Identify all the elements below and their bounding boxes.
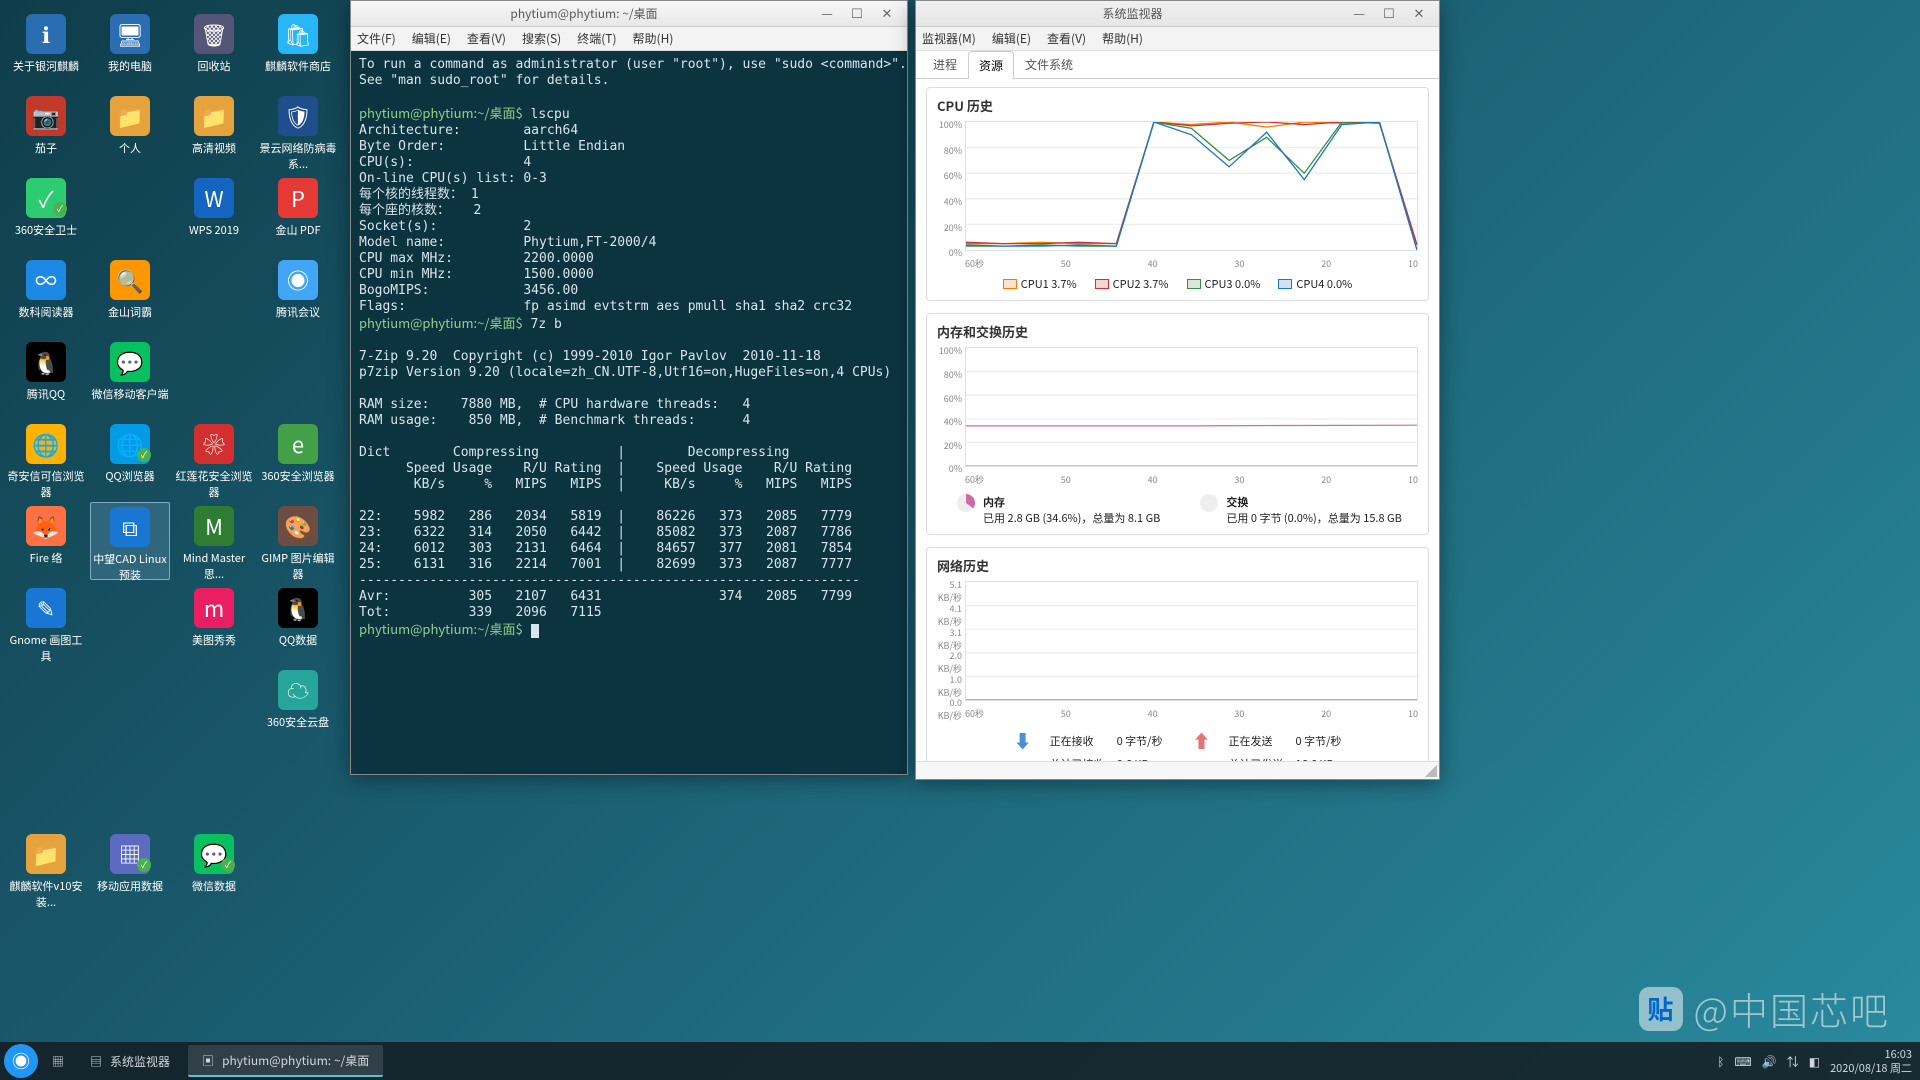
memory-pie-icon <box>957 494 975 512</box>
minimize-button[interactable]: — <box>813 5 841 23</box>
swap-usage: 交换已用 0 字节 (0.0%)，总量为 15.8 GB <box>1200 494 1401 526</box>
desktop-icon[interactable]: 📁高清视频 <box>174 92 254 170</box>
desktop-icon[interactable]: 🔍金山词霸 <box>90 256 170 334</box>
desktop-icon[interactable]: ℹ关于银河麒麟 <box>6 10 86 88</box>
menu-item[interactable]: 文件(F) <box>357 30 396 47</box>
menu-item[interactable]: 帮助(H) <box>633 30 674 47</box>
desktop-icon[interactable]: ✓360安全卫士✓ <box>6 174 86 252</box>
desktop-icon[interactable]: ☁360安全云盘 <box>258 666 338 744</box>
sysmon-titlebar[interactable]: 系统监视器 — ☐ ✕ <box>916 1 1439 27</box>
cpu-chart: 100%80%60%40%20%0% <box>965 121 1418 251</box>
notification-icon[interactable]: ◧ <box>1809 1053 1820 1070</box>
bluetooth-icon[interactable]: ᛒ <box>1717 1053 1724 1070</box>
desktop-icon[interactable]: 🌐QQ浏览器✓ <box>90 420 170 498</box>
upload-icon: ⬆ <box>1193 728 1217 754</box>
terminal-title: phytium@phytium: ~/桌面 <box>357 5 811 22</box>
legend-item[interactable]: CPU4 0.0% <box>1278 276 1352 292</box>
system-monitor-window: 系统监视器 — ☐ ✕ 监视器(M) 编辑(E) 查看(V) 帮助(H) 进程资源文件… <box>915 0 1440 780</box>
legend-item[interactable]: CPU1 3.7% <box>1003 276 1077 292</box>
menu-item[interactable]: 搜索(S) <box>522 30 561 47</box>
download-icon: ⬇ <box>1014 728 1038 754</box>
taskbar: ◉ ▦ ▤系统监视器▣phytium@phytium: ~/桌面 ᛒ ⌨ 🔊 ⇅… <box>0 1042 1920 1080</box>
desktop-icon[interactable]: ❀红莲花安全浏览器 <box>174 420 254 498</box>
desktop-icon[interactable]: 🎨GIMP 图片编辑器 <box>258 502 338 580</box>
terminal-titlebar[interactable]: phytium@phytium: ~/桌面 — ☐ ✕ <box>351 1 907 27</box>
memory-history-section: 内存和交换历史 100%80%60%40%20%0% 60秒5040302010… <box>926 313 1429 535</box>
tab-资源[interactable]: 资源 <box>968 51 1014 79</box>
taskbar-shortcut[interactable]: ▦ <box>44 1045 72 1077</box>
menu-item[interactable]: 查看(V) <box>467 30 506 47</box>
close-button[interactable]: ✕ <box>873 5 901 23</box>
desktop-icon[interactable]: ▦移动应用数据✓ <box>90 830 170 908</box>
memory-chart: 100%80%60%40%20%0% <box>965 347 1418 467</box>
clock[interactable]: 16:032020/08/18 周二 <box>1830 1047 1912 1075</box>
desktop-icon[interactable]: ◉腾讯会议 <box>258 256 338 334</box>
sysmon-tabs: 进程资源文件系统 <box>916 51 1439 79</box>
legend-item[interactable]: CPU3 0.0% <box>1187 276 1261 292</box>
menu-item[interactable]: 终端(T) <box>577 30 616 47</box>
sysmon-statusbar <box>916 761 1439 779</box>
sysmon-menubar: 监视器(M) 编辑(E) 查看(V) 帮助(H) <box>916 27 1439 51</box>
tieba-icon: 贴 <box>1639 987 1683 1031</box>
start-button[interactable]: ◉ <box>4 1044 38 1078</box>
desktop-icon[interactable]: 💬微信数据✓ <box>174 830 254 908</box>
maximize-button[interactable]: ☐ <box>1375 5 1403 23</box>
system-tray: ᛒ ⌨ 🔊 ⇅ ◧ 16:032020/08/18 周二 <box>1717 1047 1920 1075</box>
terminal-output[interactable]: To run a command as administrator (user … <box>351 51 907 774</box>
desktop-icon[interactable]: MMind Master思... <box>174 502 254 580</box>
desktop-icon[interactable]: P金山 PDF <box>258 174 338 252</box>
menu-item[interactable]: 查看(V) <box>1047 30 1086 47</box>
terminal-window: phytium@phytium: ~/桌面 — ☐ ✕ 文件(F) 编辑(E) 查看… <box>350 0 908 775</box>
desktop-icon[interactable]: 📁麒麟软件v10安装... <box>6 830 86 908</box>
desktop-icon[interactable]: m美图秀秀 <box>174 584 254 662</box>
desktop-icon[interactable]: 🖥我的电脑 <box>90 10 170 88</box>
desktop-icon[interactable]: 🐧QQ数据 <box>258 584 338 662</box>
desktop-icon[interactable]: 📷茄子 <box>6 92 86 170</box>
network-history-title: 网络历史 <box>937 556 1418 575</box>
desktop-icon[interactable]: 🐧腾讯QQ <box>6 338 86 416</box>
cpu-history-title: CPU 历史 <box>937 96 1418 115</box>
resources-panel: CPU 历史 100%80%60%40%20%0% 60秒5040302010 … <box>916 79 1439 779</box>
menu-item[interactable]: 编辑(E) <box>412 30 451 47</box>
desktop-icon[interactable]: 🗑回收站 <box>174 10 254 88</box>
volume-icon[interactable]: 🔊 <box>1762 1053 1777 1070</box>
desktop-icon[interactable]: 🛡景云网络防病毒系... <box>258 92 338 170</box>
desktop-icon[interactable]: ✎Gnome 画图工具 <box>6 584 86 662</box>
network-chart: 5.1 KB/秒4.1 KB/秒3.1 KB/秒2.0 KB/秒1.0 KB/秒… <box>965 581 1418 701</box>
keyboard-icon[interactable]: ⌨ <box>1734 1053 1751 1070</box>
sysmon-title: 系统监视器 <box>922 5 1343 22</box>
maximize-button[interactable]: ☐ <box>843 5 871 23</box>
desktop-icon[interactable]: 🛍麒麟软件商店 <box>258 10 338 88</box>
legend-item[interactable]: CPU2 3.7% <box>1095 276 1169 292</box>
menu-item[interactable]: 监视器(M) <box>922 30 976 47</box>
memory-history-title: 内存和交换历史 <box>937 322 1418 341</box>
network-icon[interactable]: ⇅ <box>1787 1053 1799 1070</box>
cpu-legend: CPU1 3.7% CPU2 3.7% CPU3 0.0% CPU4 0.0% <box>937 276 1418 292</box>
desktop-icon[interactable]: 📁个人 <box>90 92 170 170</box>
desktop-icon[interactable]: WWPS 2019 <box>174 174 254 252</box>
terminal-menubar: 文件(F) 编辑(E) 查看(V) 搜索(S) 终端(T) 帮助(H) <box>351 27 907 51</box>
swap-pie-icon <box>1200 494 1218 512</box>
taskbar-item[interactable]: ▤系统监视器 <box>76 1045 184 1077</box>
memory-usage: 内存已用 2.8 GB (34.6%)，总量为 8.1 GB <box>957 494 1160 526</box>
taskbar-item[interactable]: ▣phytium@phytium: ~/桌面 <box>188 1045 383 1077</box>
desktop-icon[interactable]: 🦊Fire 络 <box>6 502 86 580</box>
tab-文件系统[interactable]: 文件系统 <box>1014 50 1084 78</box>
desktop-icon[interactable]: 🌐奇安信可信浏览器 <box>6 420 86 498</box>
cpu-history-section: CPU 历史 100%80%60%40%20%0% 60秒5040302010 … <box>926 87 1429 301</box>
desktop-icon[interactable]: ∞数科阅读器 <box>6 256 86 334</box>
tab-进程[interactable]: 进程 <box>922 50 968 78</box>
network-history-section: 网络历史 5.1 KB/秒4.1 KB/秒3.1 KB/秒2.0 KB/秒1.0… <box>926 547 1429 779</box>
desktop-icon[interactable]: 💬微信移动客户端 <box>90 338 170 416</box>
desktop-icon[interactable]: ⧉中望CAD Linux预装 <box>90 502 170 580</box>
desktop-icon[interactable]: e360安全浏览器 <box>258 420 338 498</box>
menu-item[interactable]: 帮助(H) <box>1102 30 1143 47</box>
menu-item[interactable]: 编辑(E) <box>992 30 1031 47</box>
close-button[interactable]: ✕ <box>1405 5 1433 23</box>
watermark: 贴 @中国芯吧 <box>1639 981 1890 1036</box>
minimize-button[interactable]: — <box>1345 5 1373 23</box>
